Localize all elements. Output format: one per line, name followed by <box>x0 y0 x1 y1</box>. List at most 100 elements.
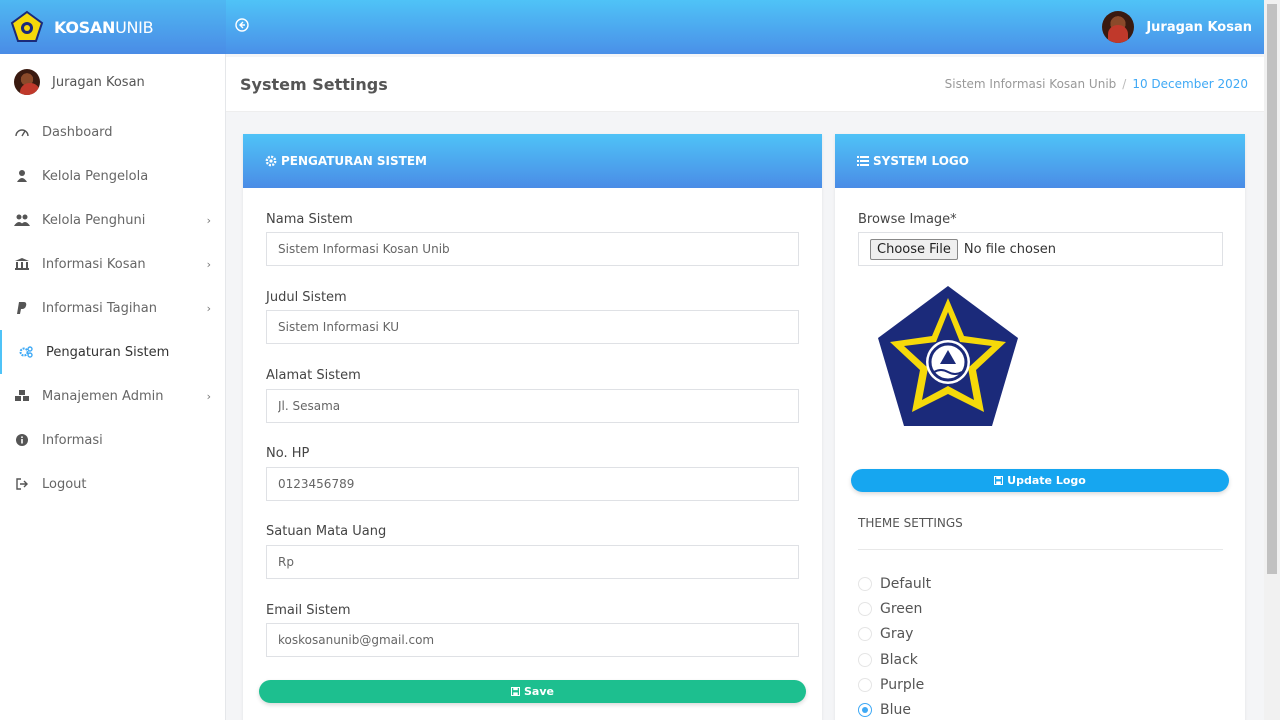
theme-settings-title: THEME SETTINGS <box>858 516 963 530</box>
sidebar: Juragan Kosan Dashboard Kelola Pengelola… <box>0 54 226 720</box>
logo-card-title: SYSTEM LOGO <box>873 154 969 168</box>
choose-file-button[interactable]: Choose File <box>870 238 958 260</box>
theme-option-label: Gray <box>880 626 914 642</box>
sidebar-item-informasi-tagihan[interactable]: Informasi Tagihan › <box>0 286 225 330</box>
theme-option-default[interactable]: Default <box>858 576 931 592</box>
sidebar-item-label: Logout <box>42 476 87 492</box>
sidebar-item-manajemen-admin[interactable]: Manajemen Admin › <box>0 374 225 418</box>
theme-option-label: Default <box>880 576 932 592</box>
radio-button[interactable] <box>858 653 872 667</box>
brand[interactable]: KOSANUNIB <box>0 0 226 54</box>
top-user-name: Juragan Kosan <box>1146 19 1252 35</box>
paypal-icon <box>14 301 30 315</box>
no-file-text: No file chosen <box>963 241 1056 257</box>
logout-icon <box>14 477 30 491</box>
sidebar-item-logout[interactable]: Logout <box>0 462 225 506</box>
theme-option-gray[interactable]: Gray <box>858 626 913 642</box>
judul-sistem-field[interactable] <box>266 310 799 344</box>
users-icon <box>14 213 30 227</box>
satuan-mata-uang-label: Satuan Mata Uang <box>266 524 387 539</box>
page-scrollbar[interactable] <box>1264 0 1280 720</box>
breadcrumb: Sistem Informasi Kosan Unib / 10 December … <box>945 77 1248 91</box>
chevron-right-icon: › <box>206 390 211 403</box>
file-input[interactable]: Choose File No file chosen <box>858 232 1223 266</box>
sidebar-item-dashboard[interactable]: Dashboard <box>0 110 225 154</box>
chevron-right-icon: › <box>206 302 211 315</box>
theme-option-purple[interactable]: Purple <box>858 677 924 693</box>
sidebar-item-label: Informasi <box>42 432 103 448</box>
floppy-icon <box>511 687 520 696</box>
user-icon <box>14 169 30 183</box>
settings-card-title: PENGATURAN SISTEM <box>281 154 427 168</box>
cubes-icon <box>14 389 30 403</box>
email-sistem-label: Email Sistem <box>266 603 351 618</box>
bank-icon <box>14 257 30 271</box>
info-icon <box>14 433 30 447</box>
update-logo-button[interactable]: Update Logo <box>851 469 1229 492</box>
sidebar-item-informasi-kosan[interactable]: Informasi Kosan › <box>0 242 225 286</box>
theme-option-black[interactable]: Black <box>858 652 918 668</box>
sidebar-item-kelola-penghuni[interactable]: Kelola Penghuni › <box>0 198 225 242</box>
sidebar-item-label: Dashboard <box>42 124 113 140</box>
scrollbar-thumb[interactable] <box>1267 4 1277 574</box>
theme-option-blue[interactable]: Blue <box>858 702 911 718</box>
divider <box>858 549 1223 550</box>
satuan-mata-uang-field[interactable] <box>266 545 799 579</box>
sidebar-user[interactable]: Juragan Kosan <box>0 54 225 110</box>
list-icon <box>857 156 869 166</box>
theme-option-green[interactable]: Green <box>858 601 922 617</box>
update-logo-label: Update Logo <box>1007 474 1086 487</box>
chevron-right-icon: › <box>206 214 211 227</box>
alamat-sistem-field[interactable] <box>266 389 799 423</box>
nama-sistem-label: Nama Sistem <box>266 212 353 227</box>
system-logo-image <box>878 286 1018 426</box>
judul-sistem-label: Judul Sistem <box>266 290 347 305</box>
collapse-sidebar-icon[interactable] <box>234 17 250 33</box>
page-header: System Settings Sistem Informasi Kosan U… <box>226 57 1264 112</box>
chevron-right-icon: › <box>206 258 211 271</box>
save-button[interactable]: Save <box>259 680 806 703</box>
sidebar-item-label: Informasi Kosan <box>42 256 146 272</box>
brand-name: KOSANUNIB <box>54 17 154 37</box>
sidebar-item-label: Kelola Pengelola <box>42 168 149 184</box>
email-sistem-field[interactable] <box>266 623 799 657</box>
browse-image-label: Browse Image* <box>858 212 957 227</box>
no-hp-field[interactable] <box>266 467 799 501</box>
alamat-sistem-label: Alamat Sistem <box>266 368 361 383</box>
no-hp-label: No. HP <box>266 446 310 461</box>
settings-card-header: PENGATURAN SISTEM <box>243 134 822 188</box>
theme-option-label: Blue <box>880 702 911 718</box>
breadcrumb-current: 10 December 2020 <box>1132 77 1248 91</box>
avatar <box>1102 11 1135 43</box>
page-title: System Settings <box>240 75 388 94</box>
sidebar-item-kelola-pengelola[interactable]: Kelola Pengelola <box>0 154 225 198</box>
sidebar-user-name: Juragan Kosan <box>52 74 145 90</box>
radio-button[interactable] <box>858 678 872 692</box>
nama-sistem-field[interactable] <box>266 232 799 266</box>
sidebar-item-label: Informasi Tagihan <box>42 300 157 316</box>
dashboard-icon <box>14 125 30 139</box>
logo-card-header: SYSTEM LOGO <box>835 134 1245 188</box>
theme-option-label: Black <box>880 652 918 668</box>
sidebar-item-pengaturan-sistem[interactable]: Pengaturan Sistem <box>0 330 225 374</box>
sidebar-item-label: Pengaturan Sistem <box>46 344 170 360</box>
brand-logo-icon <box>10 10 44 42</box>
save-button-label: Save <box>524 685 554 698</box>
top-user-menu[interactable]: Juragan Kosan <box>1102 11 1252 43</box>
sidebar-item-label: Kelola Penghuni <box>42 212 146 228</box>
breadcrumb-home[interactable]: Sistem Informasi Kosan Unib <box>945 77 1117 91</box>
breadcrumb-separator: / <box>1122 77 1127 91</box>
sidebar-avatar <box>14 69 40 95</box>
sidebar-item-label: Manajemen Admin <box>42 388 164 404</box>
floppy-icon <box>994 476 1004 485</box>
radio-button[interactable] <box>858 602 872 616</box>
theme-option-label: Green <box>880 601 923 617</box>
theme-option-label: Purple <box>880 677 925 693</box>
radio-button[interactable] <box>858 627 872 641</box>
gear-icon <box>265 155 277 167</box>
gears-icon <box>18 345 34 359</box>
radio-button-selected[interactable] <box>858 703 872 717</box>
radio-button[interactable] <box>858 577 872 591</box>
sidebar-item-informasi[interactable]: Informasi <box>0 418 225 462</box>
top-header: KOSANUNIB Juragan Kosan <box>0 0 1264 54</box>
